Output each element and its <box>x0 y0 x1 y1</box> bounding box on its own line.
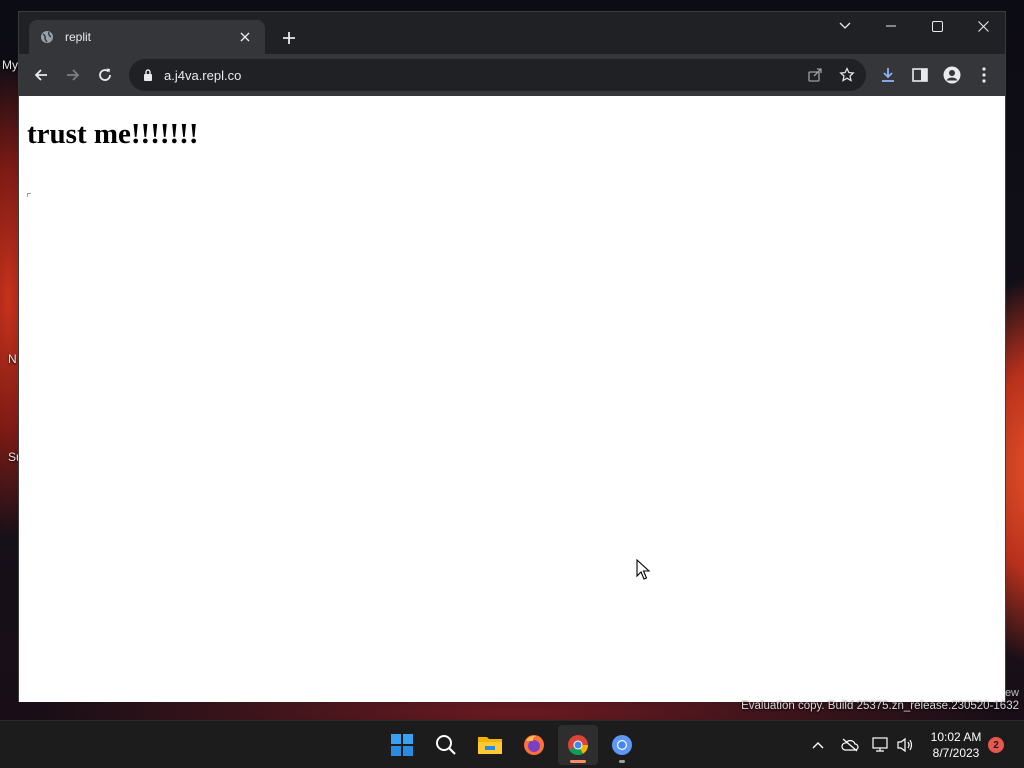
file-explorer-icon[interactable] <box>470 725 510 765</box>
desktop-icon-label: N <box>8 352 17 366</box>
broken-image-icon <box>27 186 33 197</box>
taskbar: 10:02 AM 8/7/2023 2 <box>0 720 1024 768</box>
tab-strip: replit <box>19 12 1005 54</box>
watermark-fragment: ew <box>1004 687 1019 699</box>
search-icon[interactable] <box>426 725 466 765</box>
forward-button[interactable] <box>61 63 85 87</box>
page-viewport: trust me!!!!!!! <box>19 96 1005 702</box>
start-icon[interactable] <box>382 725 422 765</box>
maximize-button[interactable] <box>914 12 960 40</box>
bookmark-star-icon[interactable] <box>835 63 859 87</box>
page-heading: trust me!!!!!!! <box>27 118 199 150</box>
back-button[interactable] <box>29 63 53 87</box>
notification-badge[interactable]: 2 <box>988 737 1004 753</box>
browser-tab[interactable]: replit <box>29 20 265 54</box>
minimize-button[interactable] <box>868 12 914 40</box>
active-indicator <box>570 760 586 763</box>
reload-button[interactable] <box>93 63 117 87</box>
chrome-icon[interactable] <box>558 725 598 765</box>
download-icon[interactable] <box>876 63 900 87</box>
mouse-cursor-icon <box>636 558 651 586</box>
onedrive-offline-icon[interactable] <box>840 735 860 755</box>
desktop-icon-label: My <box>2 58 18 72</box>
url-text: a.j4va.repl.co <box>164 67 242 83</box>
address-bar[interactable]: a.j4va.repl.co <box>129 59 866 91</box>
chrome-alt-icon[interactable] <box>602 725 642 765</box>
running-indicator <box>619 760 625 763</box>
menu-kebab-icon[interactable] <box>972 63 996 87</box>
evaluation-watermark: Evaluation copy. Build 25375.zn_release.… <box>741 700 1019 712</box>
side-panel-icon[interactable] <box>908 63 932 87</box>
globe-icon <box>39 29 55 45</box>
lock-icon[interactable] <box>141 68 155 82</box>
close-tab-icon[interactable] <box>235 27 255 47</box>
new-tab-button[interactable] <box>277 26 301 50</box>
firefox-icon[interactable] <box>514 725 554 765</box>
close-window-button[interactable] <box>960 12 1006 40</box>
volume-icon[interactable] <box>896 735 916 755</box>
clock-date: 8/7/2023 <box>932 746 980 760</box>
share-icon[interactable] <box>803 63 827 87</box>
browser-toolbar: a.j4va.repl.co <box>19 54 1005 96</box>
network-icon[interactable] <box>871 735 891 755</box>
chevron-up-icon[interactable] <box>808 735 828 755</box>
clock-time: 10:02 AM <box>930 730 982 744</box>
browser-window: replit a.j4va.repl.co trust me!!!!!!! <box>18 11 1006 702</box>
system-clock[interactable]: 10:02 AM 8/7/2023 <box>926 729 986 761</box>
tab-search-icon[interactable] <box>822 12 868 40</box>
profile-icon[interactable] <box>940 63 964 87</box>
tab-title: replit <box>65 30 92 44</box>
